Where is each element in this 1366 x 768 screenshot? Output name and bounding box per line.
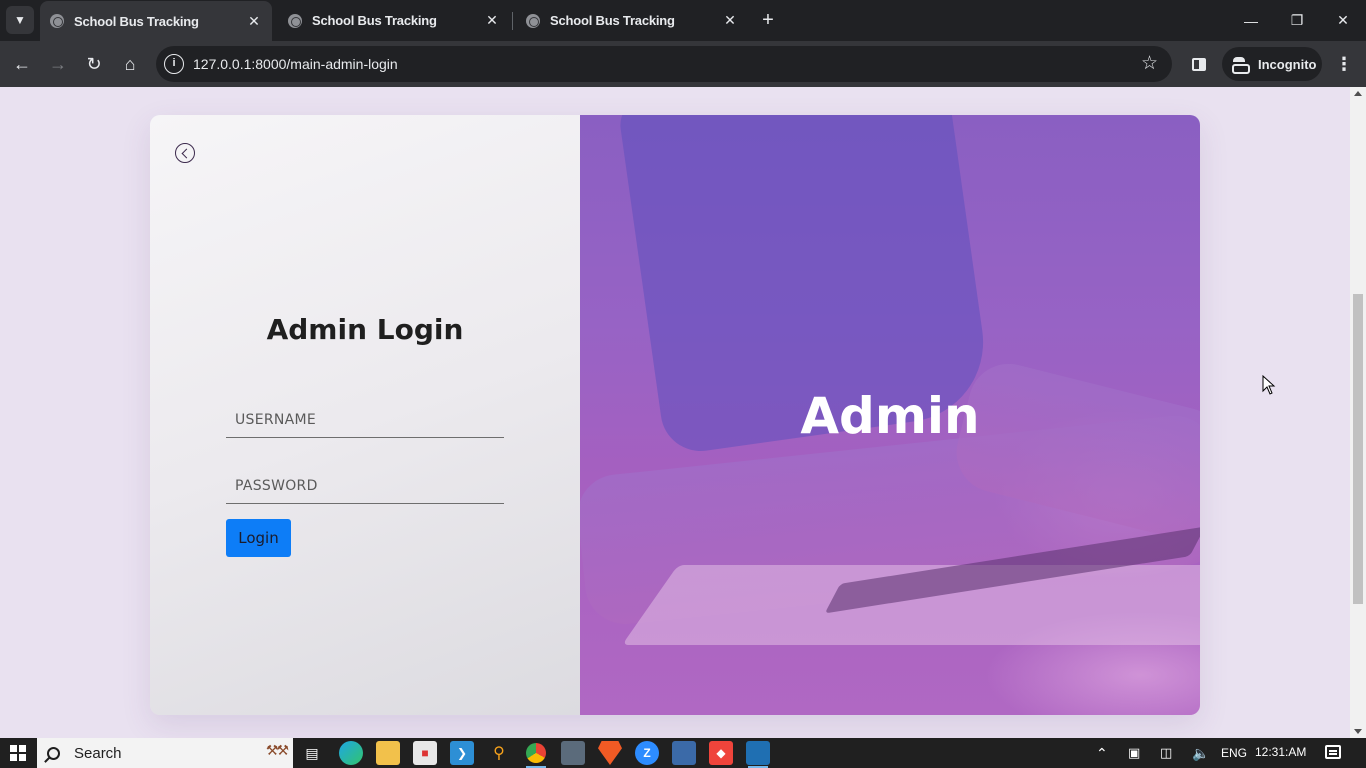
tab-title: School Bus Tracking [550,13,675,28]
windows-taskbar: Search ⚒⚒ ▤ ■ ❯ ⚲ Z ◆ ⌃ ▣ ◫ 🔈 ENG 12:31:… [0,738,1366,768]
notification-icon[interactable] [1325,745,1341,759]
password-input[interactable] [226,468,504,504]
login-card: Admin Login Login Admin [150,115,1200,715]
browser-tab-1[interactable]: School Bus Tracking ✕ [40,1,272,41]
home-icon[interactable]: ⌂ [115,49,145,79]
tab-title: School Bus Tracking [74,13,199,29]
app-blue-icon[interactable] [746,741,770,768]
file-explorer-icon[interactable] [376,741,400,765]
volume-icon[interactable]: 🔈 [1192,738,1209,768]
back-icon[interactable]: ← [7,49,37,79]
new-tab-button[interactable]: + [757,9,779,31]
remote-desktop-icon[interactable] [561,741,585,765]
windows-start-icon[interactable] [10,745,26,761]
virtualbox-icon[interactable] [672,741,696,765]
globe-icon [288,13,302,28]
scrollbar-thumb[interactable] [1353,294,1363,604]
hero-title: Admin [800,387,980,445]
search-icon [47,746,60,760]
close-window-button[interactable]: ✕ [1320,0,1366,41]
search-highlight-icon: ⚒⚒ [265,742,289,758]
anydesk-icon[interactable]: ◆ [709,741,733,765]
browser-tab-3[interactable]: School Bus Tracking ✕ [516,0,748,41]
site-info-icon[interactable]: i [164,54,184,74]
vscode-icon[interactable]: ❯ [450,741,474,765]
login-title: Admin Login [266,313,464,346]
browser-tab-2[interactable]: School Bus Tracking ✕ [278,0,510,41]
scroll-up-icon[interactable] [1354,91,1362,96]
url-text[interactable]: 127.0.0.1:8000/main-admin-login [193,56,398,72]
edge-icon[interactable] [339,741,363,765]
globe-icon [526,13,540,28]
username-input[interactable] [226,402,504,438]
incognito-icon [1232,57,1250,74]
tab-separator [512,12,513,30]
tab-title: School Bus Tracking [312,13,437,28]
zoom-icon[interactable]: Z [635,741,659,765]
tab-search-button[interactable]: ▼ [6,6,34,34]
browser-tab-bar: ▼ School Bus Tracking ✕ School Bus Track… [0,0,1366,41]
close-tab-icon[interactable]: ✕ [722,12,738,29]
address-bar[interactable]: i 127.0.0.1:8000/main-admin-login ☆ [156,46,1172,82]
more-menu-icon[interactable]: ⋮ [1332,51,1356,77]
app-red-icon[interactable]: ■ [413,741,437,765]
browser-toolbar: ← → ↻ ⌂ i 127.0.0.1:8000/main-admin-logi… [0,41,1366,87]
close-tab-icon[interactable]: ✕ [484,12,500,29]
incognito-label: Incognito [1258,56,1317,72]
taskbar-search-label: Search [74,744,122,762]
close-tab-icon[interactable]: ✕ [246,13,262,30]
brave-icon[interactable] [598,741,622,765]
login-button[interactable]: Login [226,519,291,557]
language-indicator[interactable]: ENG [1221,738,1247,768]
battery-icon[interactable]: ◫ [1160,738,1172,768]
restore-button[interactable]: ❐ [1274,0,1320,41]
taskbar-search[interactable]: Search ⚒⚒ [37,738,293,768]
reload-icon[interactable]: ↻ [79,49,109,79]
meet-now-icon[interactable]: ▣ [1128,738,1140,768]
task-view-icon[interactable]: ▤ [300,741,324,765]
incognito-badge[interactable]: Incognito [1222,47,1322,81]
chrome-icon[interactable] [524,741,548,768]
show-hidden-icons[interactable]: ⌃ [1096,738,1108,768]
globe-icon [50,14,64,28]
side-panel-icon[interactable] [1186,51,1212,77]
hero-image-panel: Admin [580,115,1200,715]
login-form-panel: Admin Login Login [150,115,580,715]
minimize-button[interactable]: — [1228,0,1274,41]
taskbar-clock[interactable]: 12:31:AM [1255,745,1306,759]
search-app-icon[interactable]: ⚲ [487,741,511,765]
scroll-down-icon[interactable] [1354,729,1362,734]
forward-icon[interactable]: → [43,49,73,79]
back-arrow-icon[interactable] [175,143,195,163]
page-scrollbar[interactable] [1350,87,1366,738]
page-viewport: Admin Login Login Admin [0,87,1350,738]
bookmark-star-icon[interactable]: ☆ [1141,52,1158,75]
